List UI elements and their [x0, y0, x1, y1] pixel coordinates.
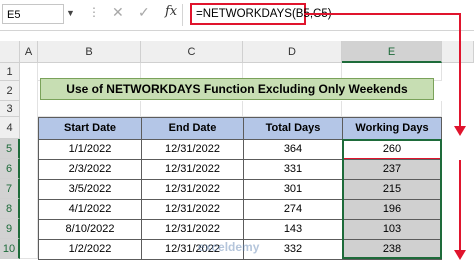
column-header-a[interactable]: A	[20, 41, 38, 63]
cell-e9[interactable]: 103	[342, 219, 442, 240]
row-header-8[interactable]: 8	[0, 199, 20, 219]
grid-column-a	[20, 63, 38, 259]
cell-c6[interactable]: 12/31/2022	[141, 159, 244, 180]
cell-b7[interactable]: 3/5/2022	[38, 179, 142, 200]
cell-b9[interactable]: 8/10/2022	[38, 219, 142, 240]
more-options-icon: ⋮	[88, 5, 100, 19]
cancel-icon[interactable]: ✕	[112, 4, 124, 21]
header-total-days[interactable]: Total Days	[243, 117, 343, 140]
cell-b10[interactable]: 1/2/2022	[38, 239, 142, 260]
sheet-title[interactable]: Use of NETWORKDAYS Function Excluding On…	[40, 78, 434, 100]
column-header-e[interactable]: E	[342, 41, 442, 63]
grid-cell	[342, 101, 442, 117]
cell-c5[interactable]: 12/31/2022	[141, 139, 244, 160]
column-header-blank[interactable]	[442, 41, 474, 63]
column-header-d[interactable]: D	[243, 41, 342, 63]
select-all-corner[interactable]	[0, 41, 20, 63]
cell-e7[interactable]: 215	[342, 179, 442, 200]
cell-b8[interactable]: 4/1/2022	[38, 199, 142, 220]
annotation-arrow-line	[459, 13, 461, 131]
row-header-4[interactable]: 4	[0, 117, 20, 139]
row-header-9[interactable]: 9	[0, 219, 20, 239]
cell-c9[interactable]: 12/31/2022	[141, 219, 244, 240]
chevron-down-icon[interactable]: ▼	[66, 8, 75, 18]
row-header-7[interactable]: 7	[0, 179, 20, 199]
insert-function-icon[interactable]: fx	[165, 4, 177, 19]
row-header-5[interactable]: 5	[0, 139, 20, 159]
grid-cell	[243, 101, 342, 117]
row-header-1[interactable]: 1	[0, 63, 20, 81]
header-end-date[interactable]: End Date	[141, 117, 244, 140]
cell-d9[interactable]: 143	[243, 219, 343, 240]
cell-e6[interactable]: 237	[342, 159, 442, 180]
formula-input[interactable]: =NETWORKDAYS(B5,C5)	[190, 3, 332, 25]
annotation-arrow-line	[459, 160, 461, 255]
arrow-down-icon	[454, 250, 466, 260]
column-header-b[interactable]: B	[38, 41, 141, 63]
cell-e8[interactable]: 196	[342, 199, 442, 220]
row-header-2[interactable]: 2	[0, 81, 20, 101]
grid-cell	[38, 101, 141, 117]
cell-d8[interactable]: 274	[243, 199, 343, 220]
arrow-down-icon	[454, 126, 466, 136]
name-box[interactable]: E5	[2, 4, 64, 24]
cell-b5[interactable]: 1/1/2022	[38, 139, 142, 160]
row-header-6[interactable]: 6	[0, 159, 20, 179]
row-header-3[interactable]: 3	[0, 101, 20, 117]
header-start-date[interactable]: Start Date	[38, 117, 142, 140]
row-header-10[interactable]: 10	[0, 239, 20, 259]
cell-c8[interactable]: 12/31/2022	[141, 199, 244, 220]
header-working-days[interactable]: Working Days	[342, 117, 442, 140]
formula-bar: E5 ▼ ⋮ ✕ ✓ fx =NETWORKDAYS(B5,C5)	[0, 0, 474, 31]
cell-b6[interactable]: 2/3/2022	[38, 159, 142, 180]
grid-cell	[141, 101, 243, 117]
cell-e5-active[interactable]: 260	[342, 139, 442, 160]
cell-d6[interactable]: 331	[243, 159, 343, 180]
cell-c7[interactable]: 12/31/2022	[141, 179, 244, 200]
column-header-c[interactable]: C	[141, 41, 243, 63]
cell-e10[interactable]: 238	[342, 239, 442, 260]
annotation-arrow-line	[306, 13, 461, 15]
formula-bar-divider	[182, 4, 183, 26]
enter-check-icon[interactable]: ✓	[138, 4, 150, 21]
watermark: exceldemy	[198, 240, 260, 254]
cell-d7[interactable]: 301	[243, 179, 343, 200]
cell-d5[interactable]: 364	[243, 139, 343, 160]
